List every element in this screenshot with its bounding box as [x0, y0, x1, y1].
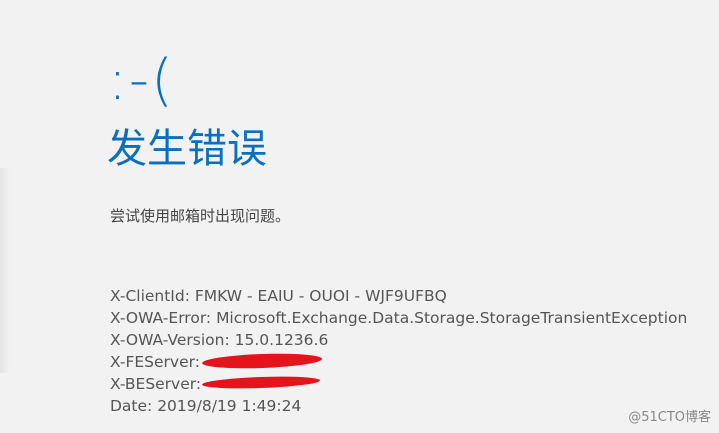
be-server-label: X-BEServer: — [110, 375, 202, 393]
watermark-text: @51CTO博客 — [628, 410, 711, 425]
redaction-mark-be-server — [201, 374, 321, 391]
fe-server-row: X-FEServer: — [110, 351, 687, 373]
redaction-mark-fe-server — [201, 351, 323, 371]
error-message: 尝试使用邮箱时出现问题。 — [110, 207, 291, 225]
left-edge-decoration — [0, 168, 10, 373]
error-details: X-ClientId: FMKW - EAIU - OUOI - WJF9UFB… — [110, 285, 687, 417]
owa-version-row: X-OWA-Version: 15.0.1236.6 — [110, 331, 329, 349]
client-id-row: X-ClientId: FMKW - EAIU - OUOI - WJF9UFB… — [110, 287, 447, 305]
error-title: 发生错误 — [107, 126, 267, 172]
owa-error-row: X-OWA-Error: Microsoft.Exchange.Data.Sto… — [110, 309, 688, 327]
fe-server-label: X-FEServer: — [110, 353, 200, 371]
be-server-row: X-BEServer: — [110, 373, 687, 395]
date-row: Date: 2019/8/19 1:49:24 — [110, 397, 302, 415]
sad-face-emoticon: :-( — [108, 48, 175, 113]
